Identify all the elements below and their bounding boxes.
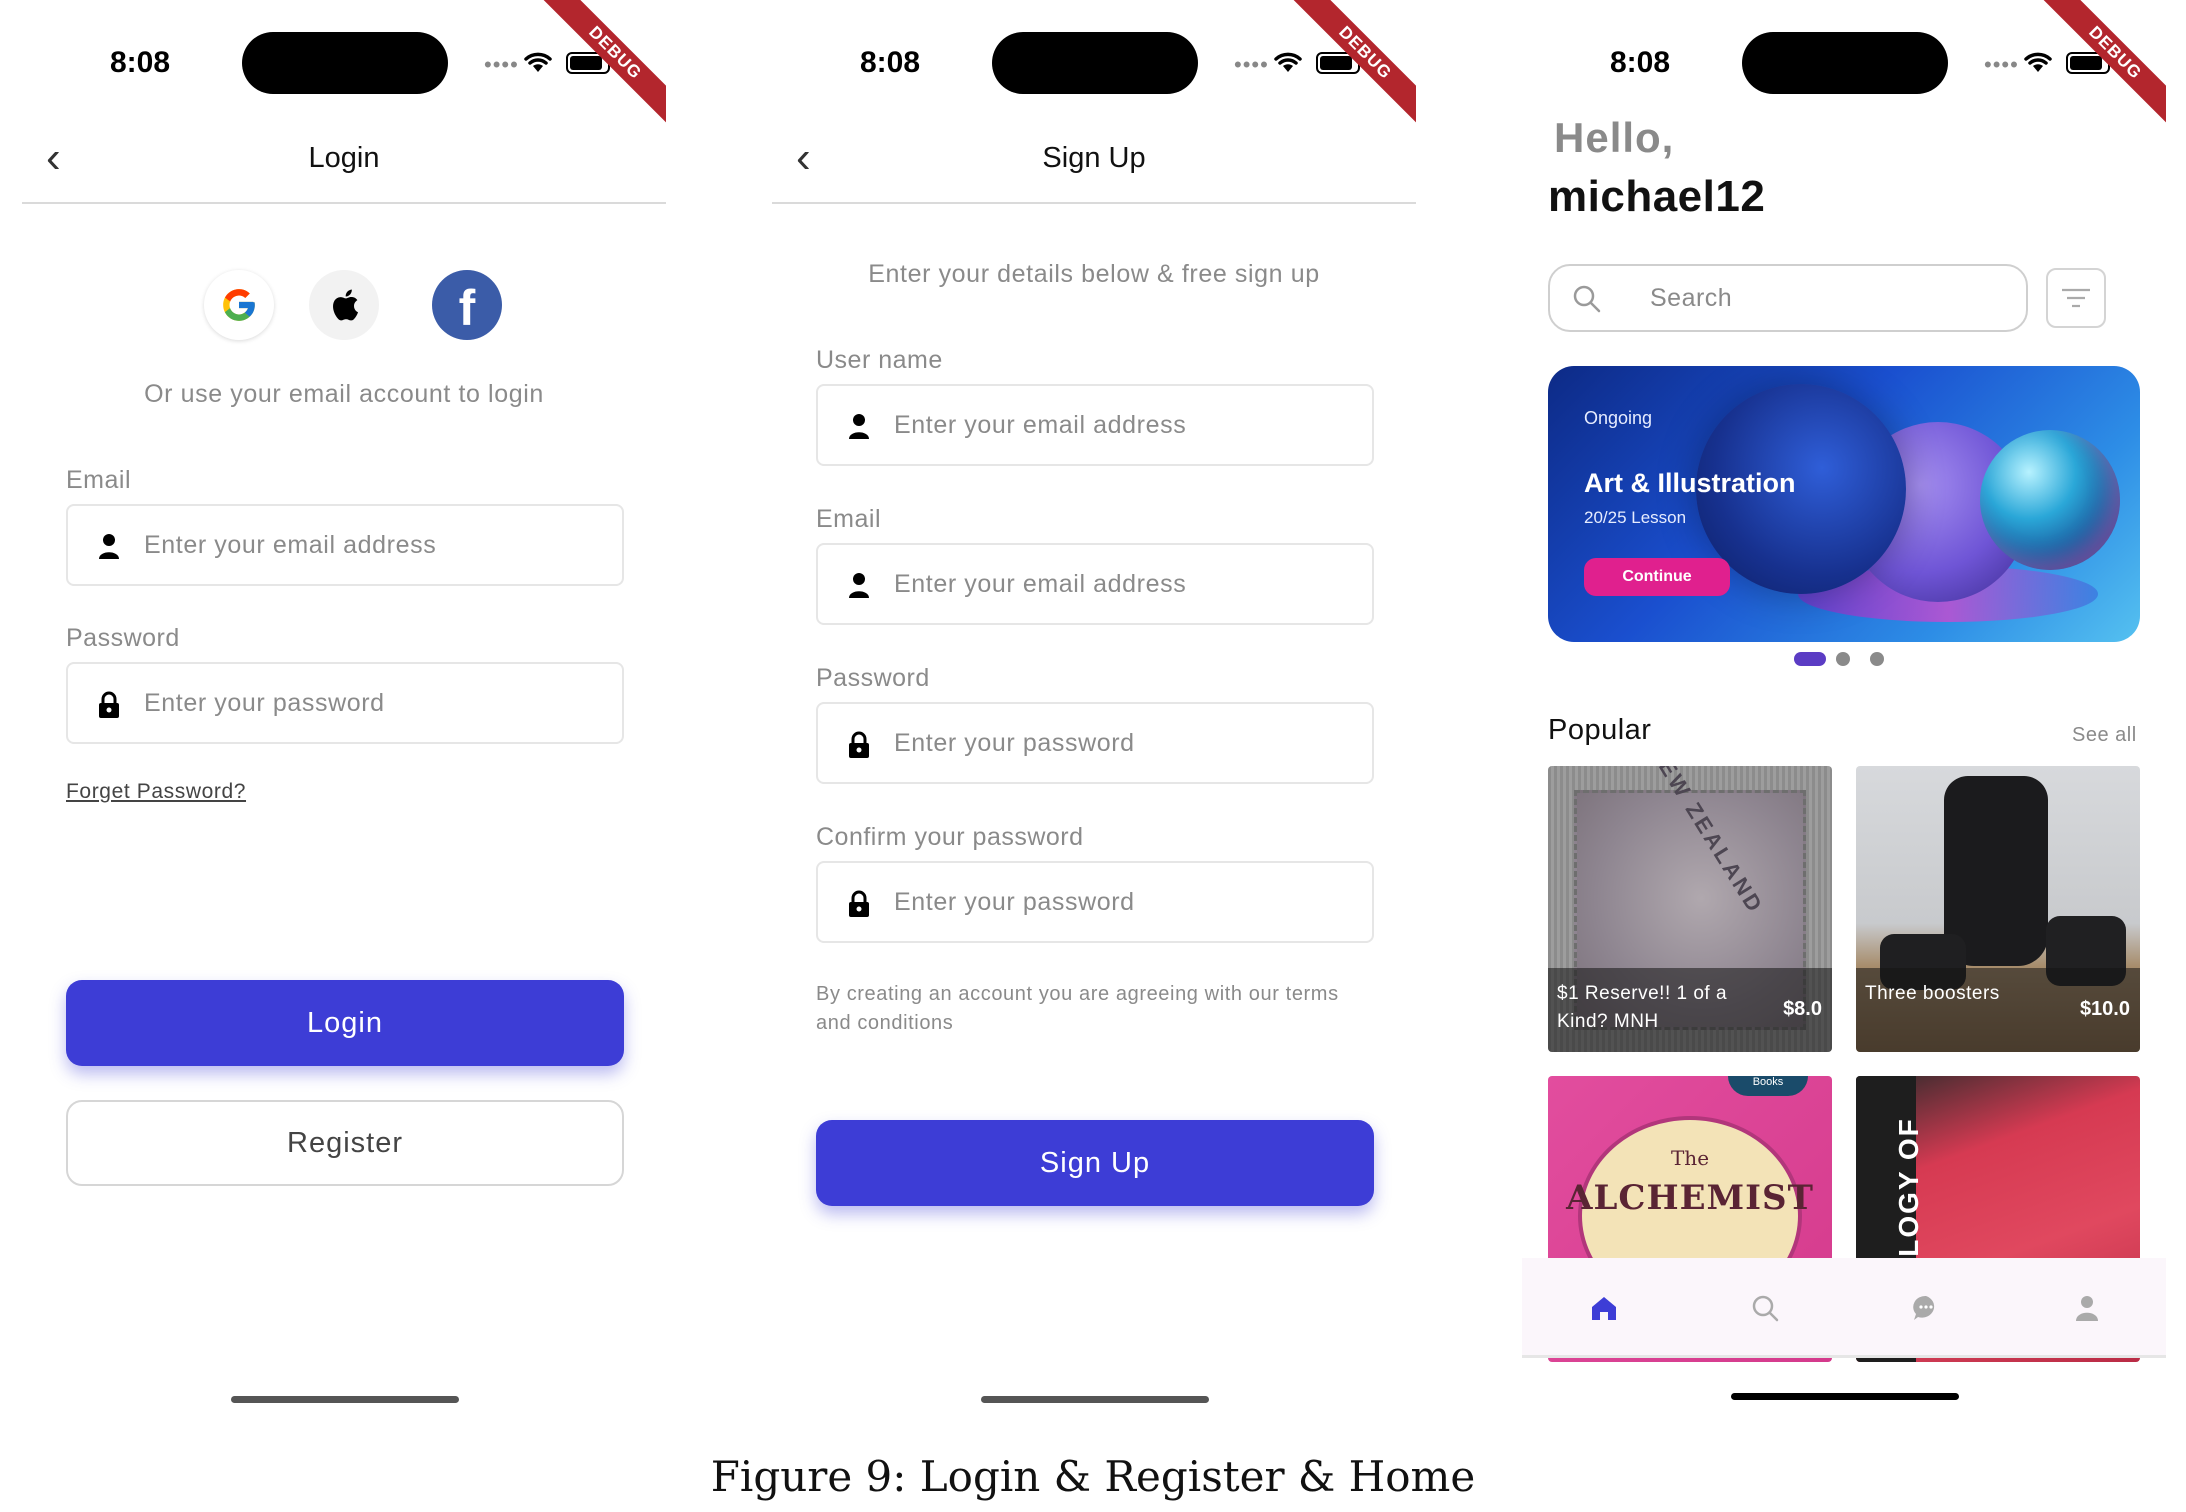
course-progress: 20/25 Lesson xyxy=(1584,508,1687,527)
login-hint: Or use your email account to login xyxy=(144,380,544,408)
product-price: $10.0 xyxy=(2079,998,2130,1020)
nav-bar: ‹ Login xyxy=(22,130,666,204)
signal-icon: •••• xyxy=(1234,52,1269,77)
tab-profile[interactable] xyxy=(2067,1288,2107,1328)
course-banner[interactable]: Ongoing Art & Illustration 20/25 Lesson … xyxy=(1548,366,2140,642)
home-screen: 8:08 •••• DEBUG Hello, michael12 Ongoing… xyxy=(1522,0,2166,1418)
email-input[interactable] xyxy=(894,545,1354,623)
username-input[interactable] xyxy=(894,386,1354,464)
status-time: 8:08 xyxy=(110,46,171,79)
carousel-dot-active[interactable] xyxy=(1794,652,1826,666)
product-price: $8.0 xyxy=(1783,998,1822,1020)
google-icon[interactable] xyxy=(204,270,274,340)
status-bar: 8:08 •••• DEBUG xyxy=(772,0,1416,130)
see-all-link[interactable]: See all xyxy=(2072,724,2137,747)
password-input[interactable] xyxy=(894,704,1354,782)
home-indicator[interactable] xyxy=(231,1396,459,1403)
dynamic-island xyxy=(992,32,1198,94)
status-time: 8:08 xyxy=(860,46,921,79)
course-status: Ongoing xyxy=(1584,408,1653,428)
home-indicator[interactable] xyxy=(1731,1393,1959,1400)
page-title: Sign Up xyxy=(1042,142,1146,174)
page-title: Login xyxy=(308,142,380,174)
person-icon xyxy=(849,414,869,439)
password-label: Password xyxy=(66,624,180,652)
product-name: $1 Reserve!! 1 of a Kind? MNH xyxy=(1557,983,1728,1032)
dynamic-island xyxy=(242,32,448,94)
book-badge: Books xyxy=(1728,1076,1808,1096)
figure-caption: Figure 9: Login & Register & Home xyxy=(710,1452,1476,1501)
course-title: Art & Illustration xyxy=(1584,468,1796,498)
banner-art xyxy=(1980,430,2120,570)
filter-button[interactable] xyxy=(2046,268,2106,328)
status-bar: 8:08 •••• DEBUG xyxy=(1522,0,2166,130)
terms-text: By creating an account you are agreeing … xyxy=(816,983,1339,1034)
apple-icon[interactable] xyxy=(309,270,379,340)
product-card[interactable]: NEW ZEALAND $1 Reserve!! 1 of a Kind? MN… xyxy=(1548,766,1832,1052)
card-caption: Three boosters $10.0 xyxy=(1856,968,2140,1052)
wifi-icon xyxy=(1274,52,1302,72)
email-field[interactable] xyxy=(816,543,1374,625)
product-card[interactable]: Three boosters $10.0 xyxy=(1856,766,2140,1052)
person-icon xyxy=(849,573,869,598)
carousel-dot[interactable] xyxy=(1836,652,1850,666)
lock-icon xyxy=(849,731,869,758)
nav-bar: ‹ Sign Up xyxy=(772,130,1416,204)
wifi-icon xyxy=(524,52,552,72)
search-input[interactable] xyxy=(1650,266,2010,330)
signup-subtitle: Enter your details below & free sign up xyxy=(868,260,1320,288)
tab-chat[interactable] xyxy=(1906,1288,1946,1328)
facebook-icon[interactable]: f xyxy=(432,270,502,340)
person-icon xyxy=(99,534,119,559)
search-icon xyxy=(1752,1295,1779,1322)
search-icon xyxy=(1573,285,1601,313)
wifi-icon xyxy=(2024,52,2052,72)
search-bar[interactable] xyxy=(1548,264,2028,332)
filter-icon xyxy=(2062,288,2090,308)
tab-search[interactable] xyxy=(1745,1288,1785,1328)
book-cover-title: ALCHEMIST xyxy=(1566,1178,1814,1218)
email-field[interactable] xyxy=(66,504,624,586)
confirm-password-field[interactable] xyxy=(816,861,1374,943)
username-label: User name xyxy=(816,346,943,374)
username: michael12 xyxy=(1548,172,1766,221)
continue-button[interactable]: Continue xyxy=(1584,558,1730,596)
register-button[interactable]: Register xyxy=(66,1100,624,1186)
status-time: 8:08 xyxy=(1610,46,1671,79)
chat-icon xyxy=(1913,1295,1935,1320)
card-caption: $1 Reserve!! 1 of a Kind? MNH $8.0 xyxy=(1548,968,1832,1052)
signup-button[interactable]: Sign Up xyxy=(816,1120,1374,1206)
carousel-dot[interactable] xyxy=(1870,652,1884,666)
signal-icon: •••• xyxy=(1984,52,2019,77)
password-field[interactable] xyxy=(66,662,624,744)
tab-home[interactable] xyxy=(1584,1288,1624,1328)
bottom-tab-bar xyxy=(1522,1258,2166,1358)
email-label: Email xyxy=(66,466,132,494)
forget-password-link[interactable]: Forget Password? xyxy=(66,780,246,804)
email-input[interactable] xyxy=(144,506,604,584)
username-field[interactable] xyxy=(816,384,1374,466)
product-name: Three boosters xyxy=(1865,983,2000,1004)
home-indicator[interactable] xyxy=(981,1396,1209,1403)
greeting: Hello, xyxy=(1554,114,1675,161)
confirm-password-input[interactable] xyxy=(894,863,1354,941)
profile-icon xyxy=(2076,1296,2098,1321)
confirm-password-label: Confirm your password xyxy=(816,823,1084,851)
signal-icon: •••• xyxy=(484,52,519,77)
book-cover-the: The xyxy=(1670,1146,1710,1170)
login-screen: 8:08 •••• DEBUG ‹ Login f Or use your em… xyxy=(22,0,666,1418)
lock-icon xyxy=(99,691,119,718)
email-label: Email xyxy=(816,505,882,533)
lock-icon xyxy=(849,890,869,917)
password-label: Password xyxy=(816,664,930,692)
status-bar: 8:08 •••• DEBUG xyxy=(22,0,666,130)
signup-screen: 8:08 •••• DEBUG ‹ Sign Up Enter your det… xyxy=(772,0,1416,1418)
password-input[interactable] xyxy=(144,664,604,742)
home-icon xyxy=(1592,1297,1616,1320)
dynamic-island xyxy=(1742,32,1948,94)
password-field[interactable] xyxy=(816,702,1374,784)
login-button[interactable]: Login xyxy=(66,980,624,1066)
section-title: Popular xyxy=(1548,714,1652,746)
